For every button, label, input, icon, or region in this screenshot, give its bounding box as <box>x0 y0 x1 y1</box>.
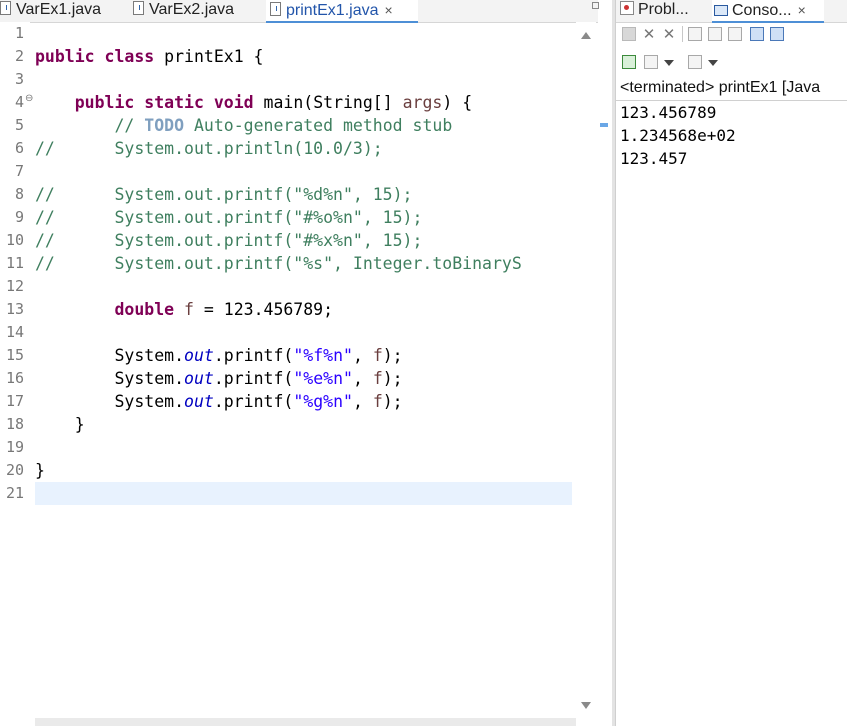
code-editor-pane[interactable]: VarEx1.java VarEx2.java printEx1.java × 1… <box>0 0 608 726</box>
line-number: 5 <box>14 116 24 134</box>
console-icon <box>714 5 728 16</box>
remove-launch-icon[interactable]: ✕ <box>642 27 656 42</box>
line-number: 12 <box>5 277 24 295</box>
line-number: 16 <box>5 369 24 387</box>
code-line-16: System.out.printf("%e%n", f); <box>114 369 403 388</box>
line-number: 9 <box>14 208 24 226</box>
console-pane[interactable]: Probl... Conso... × ✕ ✕ <terminated> prin… <box>615 0 847 726</box>
code-line-17: System.out.printf("%g%n", f); <box>114 392 403 411</box>
scroll-lock-icon[interactable] <box>708 27 722 41</box>
toolbar-separator <box>682 26 683 42</box>
code-line-9: // System.out.printf("#%o%n", 15); <box>35 208 423 227</box>
scroll-down-icon[interactable] <box>581 702 591 709</box>
code-line-4: public static void main(String[] args) { <box>74 93 473 112</box>
java-file-icon <box>133 1 144 15</box>
tab-printex1[interactable]: printEx1.java × <box>266 0 418 23</box>
code-text-area[interactable]: public class printEx1 { public static vo… <box>35 22 572 726</box>
tab-problems[interactable]: Probl... <box>620 0 704 22</box>
code-line-20: } <box>35 461 45 480</box>
close-tab-icon[interactable]: × <box>798 2 806 18</box>
horizontal-scrollbar[interactable] <box>35 718 576 726</box>
clear-console-icon[interactable] <box>688 27 702 41</box>
code-line-10: // System.out.printf("#%x%n", 15); <box>35 231 423 250</box>
java-file-icon <box>0 1 11 15</box>
code-line-15: System.out.printf("%f%n", f); <box>114 346 403 365</box>
line-number: 18 <box>5 415 24 433</box>
show-on-stdout-icon[interactable] <box>750 27 764 41</box>
line-number: 2 <box>14 47 24 65</box>
tab-varex2[interactable]: VarEx2.java <box>133 0 245 22</box>
java-file-icon <box>270 2 281 16</box>
display-console-icon[interactable] <box>644 55 658 69</box>
problems-icon <box>620 1 634 15</box>
open-console-icon[interactable] <box>688 55 702 69</box>
tab-label: VarEx2.java <box>149 1 235 18</box>
overview-ruler-marker[interactable] <box>600 123 608 127</box>
tab-console[interactable]: Conso... × <box>712 0 824 23</box>
line-number: 14 <box>5 323 24 341</box>
tab-varex1[interactable]: VarEx1.java <box>0 0 112 22</box>
line-number: 10 <box>5 231 24 249</box>
chevron-down-icon[interactable] <box>664 60 674 66</box>
maximize-icon[interactable] <box>592 2 599 9</box>
line-number: 20 <box>5 461 24 479</box>
code-line-8: // System.out.printf("%d%n", 15); <box>35 185 413 204</box>
line-number: 1 <box>14 24 24 42</box>
console-output-line: 1.234568e+02 <box>620 126 736 145</box>
code-line-2: public class printEx1 { <box>35 47 264 66</box>
line-number: 19 <box>5 438 24 456</box>
line-number: 3 <box>14 70 24 88</box>
tab-label: printEx1.java <box>286 2 379 19</box>
code-line-13: double f = 123.456789; <box>114 300 334 319</box>
console-output-line: 123.456789 <box>620 103 717 122</box>
scroll-up-icon[interactable] <box>581 32 591 39</box>
line-number: 6 <box>14 139 24 157</box>
show-on-stderr-icon[interactable] <box>770 27 784 41</box>
editor-tab-bar: VarEx1.java VarEx2.java printEx1.java × <box>0 0 599 23</box>
pin-console-icon[interactable] <box>622 55 636 69</box>
code-line-5: // TODO Auto-generated method stub <box>114 116 453 135</box>
console-toolbar-secondary <box>616 50 847 74</box>
line-number: 15 <box>5 346 24 364</box>
line-number: 17 <box>5 392 24 410</box>
word-wrap-icon[interactable] <box>728 27 742 41</box>
line-number: 8 <box>14 185 24 203</box>
code-line-18: } <box>74 415 85 434</box>
line-number: 4 <box>14 93 24 111</box>
code-line-6: // System.out.println(10.0/3); <box>35 139 383 158</box>
line-number-gutter: 1 2 3 4 5 6 7 8 9 10 11 12 13 14 15 16 1… <box>0 22 33 726</box>
vertical-scrollbar[interactable] <box>576 22 596 726</box>
tab-label: Probl... <box>638 1 689 18</box>
console-toolbar: ✕ ✕ <box>616 22 847 46</box>
close-tab-icon[interactable]: × <box>385 2 393 18</box>
console-status-label: <terminated> printEx1 [Java <box>620 79 821 96</box>
tab-label: VarEx1.java <box>16 1 102 18</box>
line-number: 11 <box>5 254 24 272</box>
remove-all-terminated-icon[interactable]: ✕ <box>662 27 676 42</box>
line-number: 7 <box>14 162 24 180</box>
line-number: 21 <box>5 484 24 502</box>
chevron-down-icon[interactable] <box>708 60 718 66</box>
code-line-11: // System.out.printf("%s", Integer.toBin… <box>35 254 522 273</box>
line-number: 13 <box>5 300 24 318</box>
console-tab-bar: Probl... Conso... × <box>616 0 847 23</box>
fold-toggle-icon[interactable]: ⊖ <box>25 93 33 104</box>
tab-label: Conso... <box>732 2 792 19</box>
terminate-icon[interactable] <box>622 27 636 41</box>
console-output-line: 123.457 <box>620 149 688 168</box>
